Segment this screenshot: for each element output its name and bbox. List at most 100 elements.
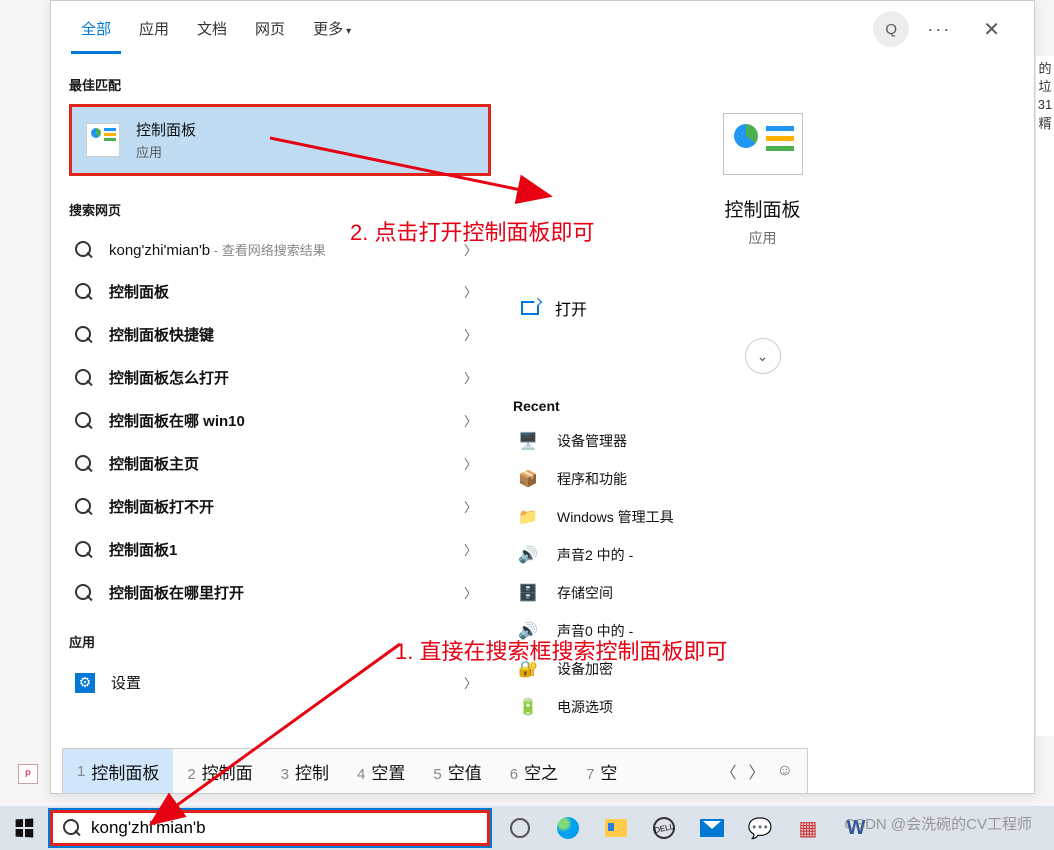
chevron-right-icon: 〉 <box>464 583 477 602</box>
ime-candidate-bar: 1控制面板 2控制面 3控制 4空置 5空值 6空之 7空 〈 〉 ☺ <box>62 748 808 794</box>
recent-item[interactable]: 🔐设备加密 <box>513 650 1012 688</box>
mail-button[interactable] <box>690 806 734 850</box>
recent-label: 程序和功能 <box>557 469 627 489</box>
web-suggestion[interactable]: kong'zhi'mian'b - 查看网络搜索结果 〉 <box>69 229 491 270</box>
edge-icon <box>557 817 579 839</box>
taskbar-search-box[interactable] <box>50 810 490 846</box>
ime-emoji-button[interactable]: ☺ <box>777 762 793 780</box>
search-icon <box>63 819 81 837</box>
preview-title: 控制面板 <box>513 195 1012 222</box>
open-icon <box>521 301 539 315</box>
folder-icon: 📁 <box>517 506 539 528</box>
best-match-result[interactable]: 控制面板 应用 <box>69 104 491 176</box>
recent-label: Windows 管理工具 <box>557 507 674 527</box>
sound-icon: 🔊 <box>517 620 539 642</box>
recent-item[interactable]: 🔊声音0 中的 - <box>513 612 1012 650</box>
open-action[interactable]: 打开 <box>513 284 1012 332</box>
web-suggestion[interactable]: 控制面板在哪里打开〉 <box>69 571 491 614</box>
explorer-button[interactable] <box>594 806 638 850</box>
power-icon: 🔋 <box>517 696 539 718</box>
search-icon <box>75 498 93 516</box>
tab-documents[interactable]: 文档 <box>187 4 237 54</box>
recent-item[interactable]: 🖥️设备管理器 <box>513 422 1012 460</box>
web-suggestion[interactable]: 控制面板在哪 win10〉 <box>69 399 491 442</box>
open-label: 打开 <box>555 296 587 320</box>
programs-icon: 📦 <box>517 468 539 490</box>
web-suggestion[interactable]: 控制面板〉 <box>69 270 491 313</box>
tab-web[interactable]: 网页 <box>245 4 295 54</box>
tab-apps[interactable]: 应用 <box>129 4 179 54</box>
tab-more[interactable]: 更多▾ <box>303 4 361 54</box>
recent-item[interactable]: 🔋电源选项 <box>513 688 1012 726</box>
mail-icon <box>700 819 724 837</box>
apps-button[interactable]: ▦ <box>786 806 830 850</box>
ime-cand-text: 控制 <box>295 764 329 783</box>
close-button[interactable]: ✕ <box>969 11 1014 48</box>
ime-cand-text: 空值 <box>448 764 482 783</box>
search-icon <box>75 412 93 430</box>
recent-item[interactable]: 🗄️存储空间 <box>513 574 1012 612</box>
folder-icon <box>605 819 627 837</box>
expand-button[interactable]: ⌄ <box>745 338 781 374</box>
ime-candidate[interactable]: 6空之 <box>496 759 572 784</box>
windows-search-panel: 全部 应用 文档 网页 更多▾ Q ··· ✕ 最佳匹配 控制面板 应用 搜索网… <box>50 0 1035 794</box>
ime-cand-text: 控制面板 <box>91 759 159 784</box>
tab-all[interactable]: 全部 <box>71 4 121 54</box>
web-suggestion[interactable]: 控制面板打不开〉 <box>69 485 491 528</box>
search-icon <box>75 455 93 473</box>
taskbar-search-input[interactable] <box>91 818 477 838</box>
more-options-button[interactable]: ··· <box>917 13 961 46</box>
cortana-button[interactable] <box>498 806 542 850</box>
dell-icon: DELL <box>651 815 677 841</box>
ime-cand-text: 空 <box>600 764 617 783</box>
ime-prev-button[interactable]: 〈 <box>721 759 737 783</box>
search-tabs-bar: 全部 应用 文档 网页 更多▾ Q ··· ✕ <box>51 1 1034 57</box>
watermark: CSDN @会洗碗的CV工程师 <box>844 813 1032 834</box>
ime-candidate[interactable]: 1控制面板 <box>63 749 173 793</box>
ime-next-button[interactable]: 〉 <box>749 759 765 783</box>
ime-cand-text: 空置 <box>371 764 405 783</box>
recent-header: Recent <box>513 398 1012 414</box>
web-suggestion[interactable]: 控制面板怎么打开〉 <box>69 356 491 399</box>
web-suggestion[interactable]: 控制面板主页〉 <box>69 442 491 485</box>
ime-candidate[interactable]: 7空 <box>572 759 631 784</box>
search-icon <box>75 283 93 301</box>
start-button[interactable] <box>0 806 48 850</box>
chevron-right-icon: 〉 <box>464 540 477 559</box>
search-icon <box>75 369 93 387</box>
recent-item[interactable]: 📁 Windows 管理工具 <box>513 498 1012 536</box>
app-result-settings[interactable]: ⚙ 设置 〉 <box>69 661 491 704</box>
chevron-right-icon: 〉 <box>464 673 477 692</box>
suggestion-term: 控制面板打不开 <box>109 496 448 517</box>
search-icon <box>75 584 93 602</box>
app-label: 设置 <box>111 672 448 693</box>
chevron-right-icon: 〉 <box>464 368 477 387</box>
windows-logo-icon <box>16 819 34 838</box>
recent-item[interactable]: 🔊声音2 中的 - <box>513 536 1012 574</box>
pdf-tray-icon[interactable]: P <box>18 764 38 784</box>
background-page-fragment: 的垃 31 糈 <box>1036 56 1054 736</box>
apps-header: 应用 <box>69 624 491 661</box>
recent-item[interactable]: 📦 程序和功能 <box>513 460 1012 498</box>
ime-cand-text: 控制面 <box>202 764 253 783</box>
account-avatar[interactable]: Q <box>873 11 909 47</box>
ime-candidate[interactable]: 4空置 <box>343 759 419 784</box>
suggestion-term: 控制面板怎么打开 <box>109 367 448 388</box>
search-icon <box>75 241 93 259</box>
ime-candidate[interactable]: 3控制 <box>267 759 343 784</box>
web-suggestion[interactable]: 控制面板1〉 <box>69 528 491 571</box>
sound-icon: 🔊 <box>517 544 539 566</box>
wechat-button[interactable]: 💬 <box>738 806 782 850</box>
suggestion-term: 控制面板在哪 win10 <box>109 410 448 431</box>
suggestion-term: 控制面板快捷键 <box>109 324 448 345</box>
suggestion-term: 控制面板在哪里打开 <box>109 582 448 603</box>
dell-button[interactable]: DELL <box>642 806 686 850</box>
chevron-right-icon: 〉 <box>464 454 477 473</box>
web-suggestion[interactable]: 控制面板快捷键〉 <box>69 313 491 356</box>
ime-candidate[interactable]: 2控制面 <box>173 759 266 784</box>
edge-button[interactable] <box>546 806 590 850</box>
gear-icon: ⚙ <box>75 673 95 693</box>
ime-candidate[interactable]: 5空值 <box>419 759 495 784</box>
preview-right-column: 控制面板 应用 打开 ⌄ Recent 🖥️设备管理器 📦程序和功能 📁Wind… <box>491 57 1034 793</box>
ime-cand-text: 空之 <box>524 764 558 783</box>
